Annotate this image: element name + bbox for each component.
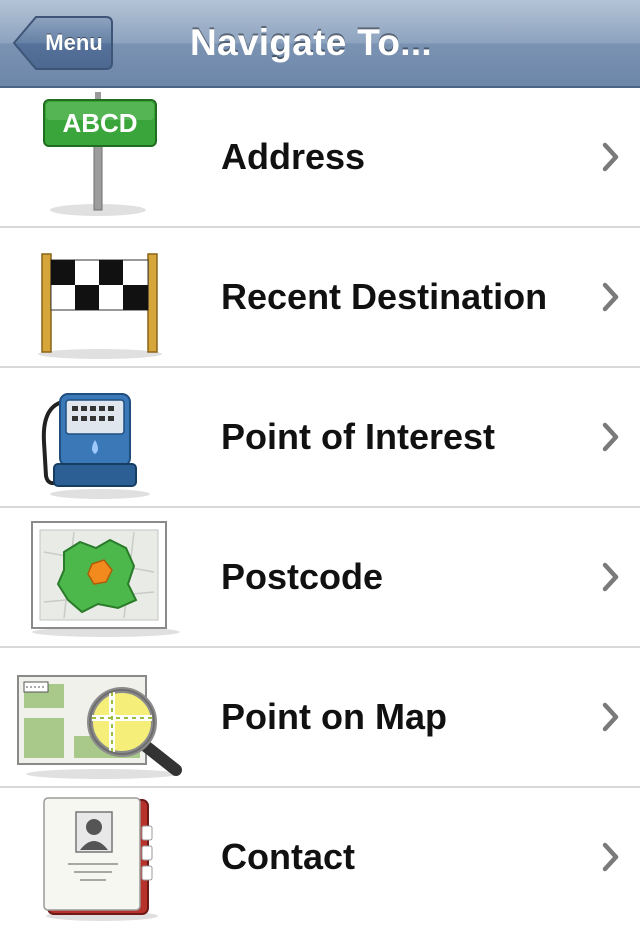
list-item-label: Point of Interest <box>221 416 496 457</box>
menu-back-button[interactable]: Menu <box>12 15 114 71</box>
fuel-pump-icon <box>41 393 150 499</box>
list-item-contact[interactable]: Contact <box>0 788 640 926</box>
menu-back-label: Menu <box>45 30 103 55</box>
checkered-flag-icon <box>38 253 162 359</box>
list-item-point-on-map[interactable]: Point on Map <box>0 648 640 788</box>
chevron-right-icon <box>602 422 619 452</box>
address-sign-icon: ABCD <box>43 92 157 216</box>
list-item-point-of-interest[interactable]: Point of Interest <box>0 368 640 508</box>
magnifier-map-icon <box>17 675 182 779</box>
chevron-right-icon <box>602 702 619 732</box>
chevron-right-icon <box>602 282 619 312</box>
postcode-map-icon <box>31 521 180 637</box>
address-book-icon <box>43 797 158 921</box>
list-item-label: Recent Destination <box>221 276 548 317</box>
list-item-recent-destination[interactable]: Recent Destination <box>0 228 640 368</box>
navigation-bar: Menu Navigate To... <box>0 0 640 88</box>
list-item-label: Point on Map <box>221 696 447 737</box>
list-item-label: Contact <box>221 836 355 877</box>
address-sign-text: ABCD <box>62 108 137 138</box>
list-item-label: Address <box>221 136 366 177</box>
list-item-label: Postcode <box>221 556 384 597</box>
list-item-address[interactable]: ABCD Address <box>0 88 640 228</box>
page-title: Navigate To... <box>190 22 433 63</box>
chevron-right-icon <box>602 842 619 872</box>
chevron-right-icon <box>602 142 619 172</box>
list-item-postcode[interactable]: Postcode <box>0 508 640 648</box>
chevron-right-icon <box>602 562 619 592</box>
destination-list: ABCD Address Recent Destination Point of… <box>0 88 640 926</box>
